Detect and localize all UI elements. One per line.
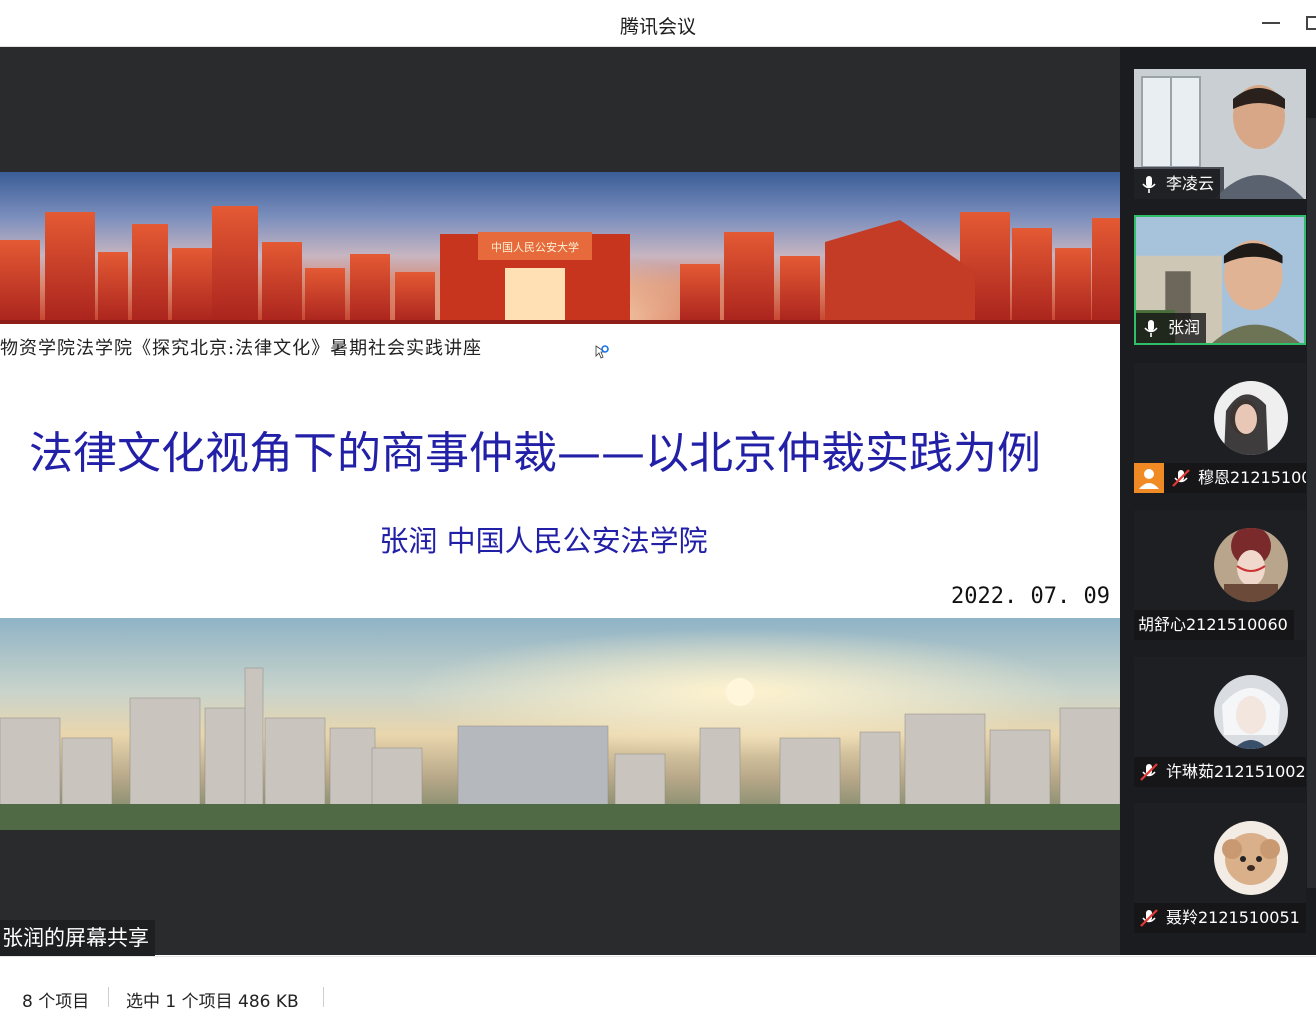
participant-name: 张润 (1168, 318, 1201, 337)
screen-share-label: 张润的屏幕共享 (0, 920, 155, 956)
participant-name: 许琳茹2121510024 (1166, 762, 1306, 781)
selection-info: 选中 1 个项目 486 KB (126, 992, 299, 1012)
participant-avatar (1214, 381, 1288, 455)
participant-name-chip: 张润 (1136, 313, 1207, 343)
participant-tile[interactable]: 穆恩21215100 (1134, 363, 1306, 493)
window-title: 腾讯会议 (619, 16, 696, 38)
microphone-icon (1144, 320, 1158, 337)
presentation-slide: 中国人民公安大学 物资学院法学院《探究北京:法律文化》暑期社会实践讲座 法律文化… (0, 172, 1120, 830)
participant-name-chip: 许琳茹2121510024 (1134, 757, 1306, 787)
title-bar: 腾讯会议 (0, 0, 1316, 47)
participant-tile[interactable]: 许琳茹2121510024 (1134, 657, 1306, 787)
participant-tile-active[interactable]: 张润 (1134, 215, 1306, 345)
user-badge-icon (1134, 463, 1164, 493)
statusbar-divider (108, 987, 109, 1007)
participant-name: 胡舒心2121510060 (1138, 615, 1288, 634)
participant-avatar (1214, 675, 1288, 749)
mouse-cursor-icon (595, 345, 609, 359)
slide-main-title: 法律文化视角下的商事仲裁——以北京仲裁实践为例 (29, 428, 1041, 479)
file-explorer-statusbar: 8 个项目 选中 1 个项目 486 KB (0, 956, 1316, 1012)
participant-tile[interactable]: 李凌云 (1134, 69, 1306, 199)
microphone-muted-icon (1172, 469, 1190, 487)
participant-name-chip: 胡舒心2121510060 (1134, 610, 1294, 640)
participant-tile[interactable]: 胡舒心2121510060 (1134, 510, 1306, 640)
microphone-muted-icon (1140, 909, 1158, 927)
participant-name-chip: 李凌云 (1134, 169, 1221, 199)
items-count: 8 个项目 (22, 992, 90, 1012)
maximize-button[interactable] (1306, 16, 1316, 30)
banner-top-image: 中国人民公安大学 (0, 172, 1120, 324)
sidebar-scrollbar[interactable] (1307, 118, 1316, 888)
minimize-button[interactable] (1262, 22, 1280, 24)
participant-tile[interactable]: 聂羚2121510051 (1134, 803, 1306, 933)
participant-name: 穆恩21215100 (1198, 468, 1306, 487)
participant-name-chip: 穆恩21215100 (1134, 463, 1306, 493)
participant-avatar (1214, 528, 1288, 602)
slide-subtitle: 物资学院法学院《探究北京:法律文化》暑期社会实践讲座 (0, 338, 483, 359)
participant-sidebar: 李凌云 张润 穆恩21215100 胡舒心2121510060 许琳茹21215… (1120, 47, 1316, 955)
slide-date: 2022. 07. 09 (951, 584, 1110, 609)
participant-name-chip: 聂羚2121510051 (1134, 903, 1306, 933)
microphone-icon (1142, 176, 1156, 193)
statusbar-divider (323, 987, 324, 1007)
microphone-muted-icon (1140, 763, 1158, 781)
participant-name: 李凌云 (1166, 174, 1215, 193)
participant-avatar (1214, 821, 1288, 895)
banner-gate-text: 中国人民公安大学 (491, 240, 579, 254)
banner-bottom-image (0, 618, 1120, 830)
participant-name: 聂羚2121510051 (1166, 908, 1300, 927)
slide-author: 张润 中国人民公安法学院 (379, 524, 708, 558)
